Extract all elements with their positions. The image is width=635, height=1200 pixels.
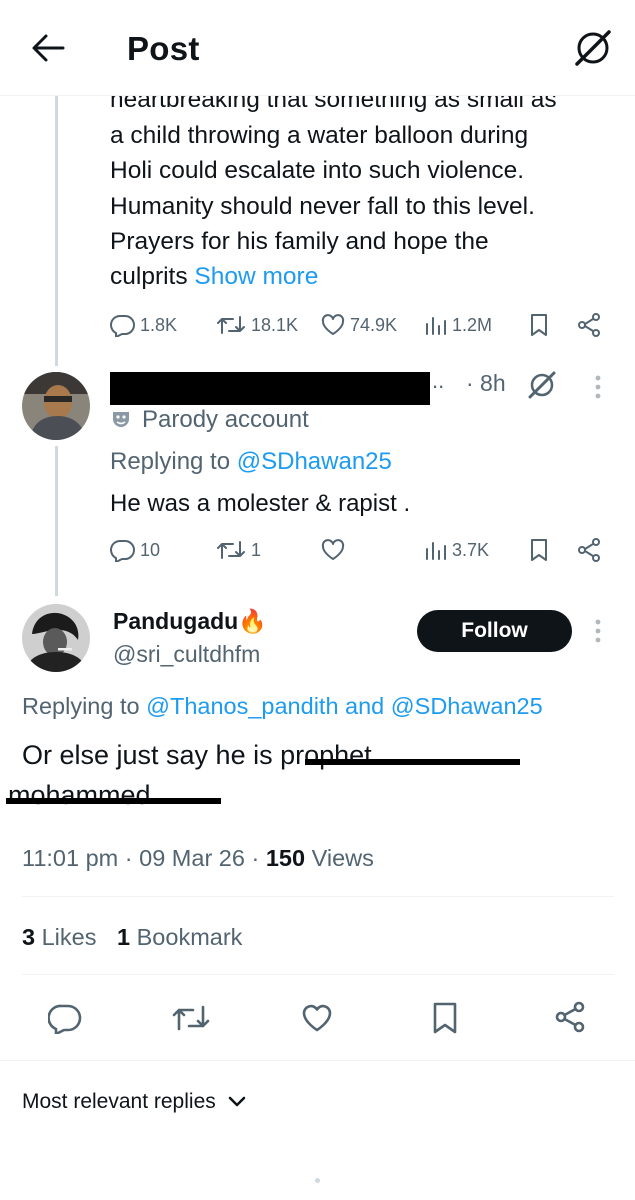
tweet-text-line: Holi could escalate into such violence. <box>110 157 525 184</box>
bookmark-icon[interactable] <box>528 312 550 338</box>
replying-to: Replying to @SDhawan25 <box>110 448 392 476</box>
grok-icon[interactable] <box>527 370 557 400</box>
tweet-meta: 11:01 pm · 09 Mar 26 · 150 Views <box>22 845 374 871</box>
views-label: Views <box>311 845 374 871</box>
divider <box>22 974 614 975</box>
mention-link[interactable]: @Thanos_pandith <box>146 693 338 719</box>
tweet-text-struck-line2: mohammed <box>8 780 151 810</box>
thread-line <box>55 96 58 366</box>
redaction-strike <box>6 798 221 804</box>
like-button[interactable]: 74.9K <box>320 313 397 337</box>
back-arrow-icon[interactable] <box>30 32 66 64</box>
grok-icon[interactable] <box>572 27 614 69</box>
reply-sort-label: Most relevant replies <box>22 1090 216 1113</box>
parody-account-text: Parody account <box>142 406 309 433</box>
loading-dot <box>315 1178 320 1183</box>
reply-button[interactable]: 10 <box>110 538 160 562</box>
display-name-text: Pandugadu <box>113 608 239 634</box>
tweet-date: 09 Mar 26 <box>139 845 245 871</box>
bookmark-icon[interactable] <box>430 1001 460 1035</box>
header-divider <box>0 95 635 96</box>
repost-button[interactable]: 18.1K <box>215 313 298 337</box>
share-icon[interactable] <box>576 312 602 338</box>
tweet-text: He was a molester & rapist . <box>110 490 411 517</box>
main-tweet-text: Or else just say he is prophet <box>22 740 372 771</box>
mention-link[interactable]: @SDhawan25 <box>237 448 392 475</box>
reply-sort-dropdown[interactable]: Most relevant replies <box>22 1090 246 1114</box>
reply-button[interactable]: 1.8K <box>110 313 177 337</box>
chevron-down-icon <box>228 1096 246 1108</box>
display-name[interactable]: Pandugadu🔥 <box>113 608 267 635</box>
replying-and: and <box>345 693 385 719</box>
top-bar: Post <box>0 0 635 96</box>
tweet-text-word: culprits <box>110 263 188 290</box>
more-options-icon[interactable] <box>594 374 602 400</box>
likes-label: Likes <box>41 924 97 950</box>
share-icon[interactable] <box>576 537 602 563</box>
views-button[interactable]: 3.7K <box>424 538 489 562</box>
tweet-text-last-line: culprits Show more <box>110 259 318 295</box>
fire-emoji: 🔥 <box>238 608 267 634</box>
views-count: 3.7K <box>452 539 490 560</box>
views-count: 1.2M <box>452 314 493 335</box>
reply-count: 1.8K <box>140 314 178 335</box>
replying-to: Replying to @Thanos_pandith and @SDhawan… <box>22 693 543 720</box>
tweet-time: 11:01 pm <box>22 845 119 871</box>
show-more-link[interactable]: Show more <box>194 263 318 290</box>
divider <box>0 1060 635 1061</box>
tweet-text-struck: s prophet <box>259 740 372 770</box>
likes-stat[interactable]: 3 Likes <box>22 924 96 950</box>
follow-button[interactable]: Follow <box>417 610 572 652</box>
repost-count: 1 <box>251 539 262 560</box>
like-count: 74.9K <box>350 314 398 335</box>
tweet-text-line: a child throwing a water balloon during <box>110 122 529 149</box>
tweet-text-line: Humanity should never fall to this level… <box>110 193 535 220</box>
repost-icon[interactable] <box>170 1002 212 1034</box>
reply-icon[interactable] <box>48 1002 82 1034</box>
name-ellipsis: .. <box>432 368 445 393</box>
likes-count: 3 <box>22 924 36 950</box>
replying-prefix: Replying to <box>110 448 231 475</box>
like-icon[interactable] <box>300 1002 334 1034</box>
parody-label: Parody account <box>110 406 309 434</box>
bookmarks-stat[interactable]: 1 Bookmark <box>117 924 242 950</box>
avatar[interactable] <box>22 372 90 440</box>
replying-prefix: Replying to <box>22 693 140 719</box>
more-options-icon[interactable] <box>594 618 602 644</box>
bookmarks-count: 1 <box>117 924 131 950</box>
user-handle[interactable]: @sri_cultdhfm <box>113 641 260 668</box>
thread-line <box>55 446 58 596</box>
redacted-username-bar <box>110 372 430 405</box>
timestamp: · 8h <box>466 370 506 396</box>
repost-button[interactable]: 1 <box>215 538 261 562</box>
bookmarks-label: Bookmark <box>136 924 243 950</box>
avatar[interactable] <box>22 604 90 672</box>
share-icon[interactable] <box>553 1000 587 1034</box>
tweet-text-visible: Or else just say he i <box>22 740 260 770</box>
views-count: 150 <box>265 845 306 871</box>
tweet-text-line: Prayers for his family and hope the <box>110 228 489 255</box>
like-button[interactable] <box>320 538 350 562</box>
reply-count: 10 <box>140 539 161 560</box>
divider <box>22 896 614 897</box>
mention-link[interactable]: @SDhawan25 <box>391 693 543 719</box>
page-title: Post <box>127 30 200 67</box>
redaction-strike <box>305 759 520 765</box>
views-button[interactable]: 1.2M <box>424 313 492 337</box>
repost-count: 18.1K <box>251 314 299 335</box>
engagement-stats: 3 Likes 1 Bookmark <box>22 924 242 951</box>
parody-mask-icon <box>110 409 132 431</box>
bookmark-icon[interactable] <box>528 537 550 563</box>
